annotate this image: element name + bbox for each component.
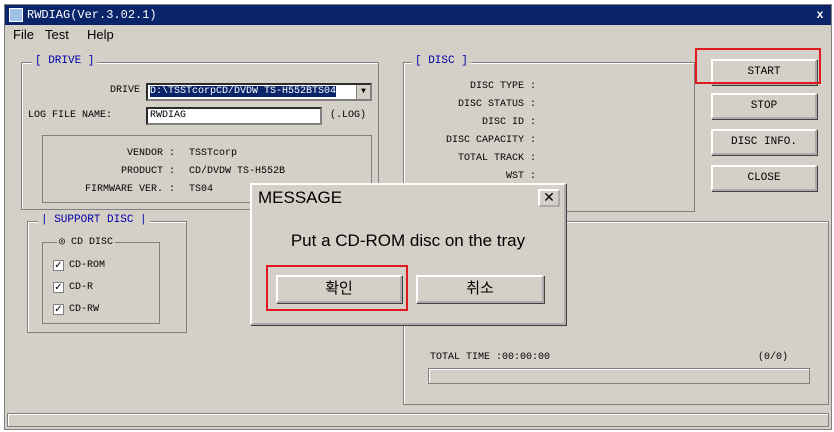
disc-id-label: DISC ID : xyxy=(481,117,536,128)
menu-bar: File Test Help xyxy=(5,25,831,45)
stop-button[interactable]: STOP xyxy=(711,93,817,119)
app-icon xyxy=(9,8,23,22)
close-button[interactable]: CLOSE xyxy=(711,165,817,191)
product-label: PRODUCT : xyxy=(120,166,175,177)
total-time-label: TOTAL TIME :00:00:00 xyxy=(430,352,551,363)
title-bar[interactable]: RWDIAG(Ver.3.02.1) x xyxy=(5,5,831,25)
status-bar xyxy=(7,413,829,427)
disc-capacity-label: DISC CAPACITY : xyxy=(445,135,536,146)
support-disc-title: | SUPPORT DISC | xyxy=(38,214,150,226)
menu-help[interactable]: Help xyxy=(87,25,114,45)
start-highlight xyxy=(695,48,821,84)
cd-rw-label: CD-RW xyxy=(69,304,100,315)
disc-type-label: DISC TYPE : xyxy=(469,81,536,92)
log-file-input[interactable]: RWDIAG xyxy=(146,107,322,125)
cancel-button[interactable]: 취소 xyxy=(416,275,544,303)
log-ext-label: (.LOG) xyxy=(330,110,367,121)
cd-r-label: CD-R xyxy=(69,282,94,293)
log-file-label: LOG FILE NAME: xyxy=(28,110,113,121)
support-disc-group: | SUPPORT DISC | ◎ CD DISC ✓ CD-ROM ✓ CD… xyxy=(27,214,187,333)
disc-status-label: DISC STATUS : xyxy=(457,99,536,110)
total-track-label: TOTAL TRACK : xyxy=(457,153,536,164)
window-close-icon[interactable]: x xyxy=(813,5,827,25)
dialog-message: Put a CD-ROM disc on the tray xyxy=(290,231,526,250)
dialog-title[interactable]: MESSAGE xyxy=(252,185,564,211)
cd-rw-checkbox[interactable]: ✓ xyxy=(53,304,64,315)
disc-group-title: [ DISC ] xyxy=(412,55,471,67)
window-title: RWDIAG(Ver.3.02.1) xyxy=(27,8,157,22)
cd-rom-label: CD-ROM xyxy=(69,260,106,271)
menu-file[interactable]: File xyxy=(13,25,34,45)
cd-disc-title: ◎ CD DISC xyxy=(57,236,116,248)
cd-r-checkbox[interactable]: ✓ xyxy=(53,282,64,293)
progress-bar xyxy=(428,368,810,384)
drive-select-value: D:\TSSTcorpCD/DVDW TS-H552BTS04 xyxy=(150,86,337,97)
chevron-down-icon[interactable]: ▼ xyxy=(356,85,370,99)
firmware-value: TS04 xyxy=(189,184,214,195)
wst-label: WST : xyxy=(505,171,536,182)
ok-highlight xyxy=(266,265,408,311)
dialog-close-icon[interactable]: ✕ xyxy=(538,189,560,207)
cd-rom-checkbox[interactable]: ✓ xyxy=(53,260,64,271)
product-value: CD/DVDW TS-H552B xyxy=(189,166,286,177)
disc-icon: ◎ xyxy=(59,237,66,248)
vendor-label: VENDOR : xyxy=(126,148,175,159)
disc-info-button[interactable]: DISC INFO. xyxy=(711,129,817,155)
drive-select[interactable]: D:\TSSTcorpCD/DVDW TS-H552BTS04 ▼ xyxy=(146,83,372,101)
progress-count: (0/0) xyxy=(758,352,789,363)
cd-disc-group: ◎ CD DISC ✓ CD-ROM ✓ CD-R ✓ CD-RW xyxy=(42,236,160,324)
drive-group-title: [ DRIVE ] xyxy=(32,55,98,67)
cd-disc-title-text: CD DISC xyxy=(71,237,114,248)
menu-test[interactable]: Test xyxy=(45,25,69,45)
vendor-value: TSSTcorp xyxy=(189,148,238,159)
drive-label: DRIVE : xyxy=(109,85,152,96)
message-dialog: MESSAGE ✕ Put a CD-ROM disc on the tray … xyxy=(250,183,566,325)
firmware-label: FIRMWARE VER. : xyxy=(84,184,175,195)
